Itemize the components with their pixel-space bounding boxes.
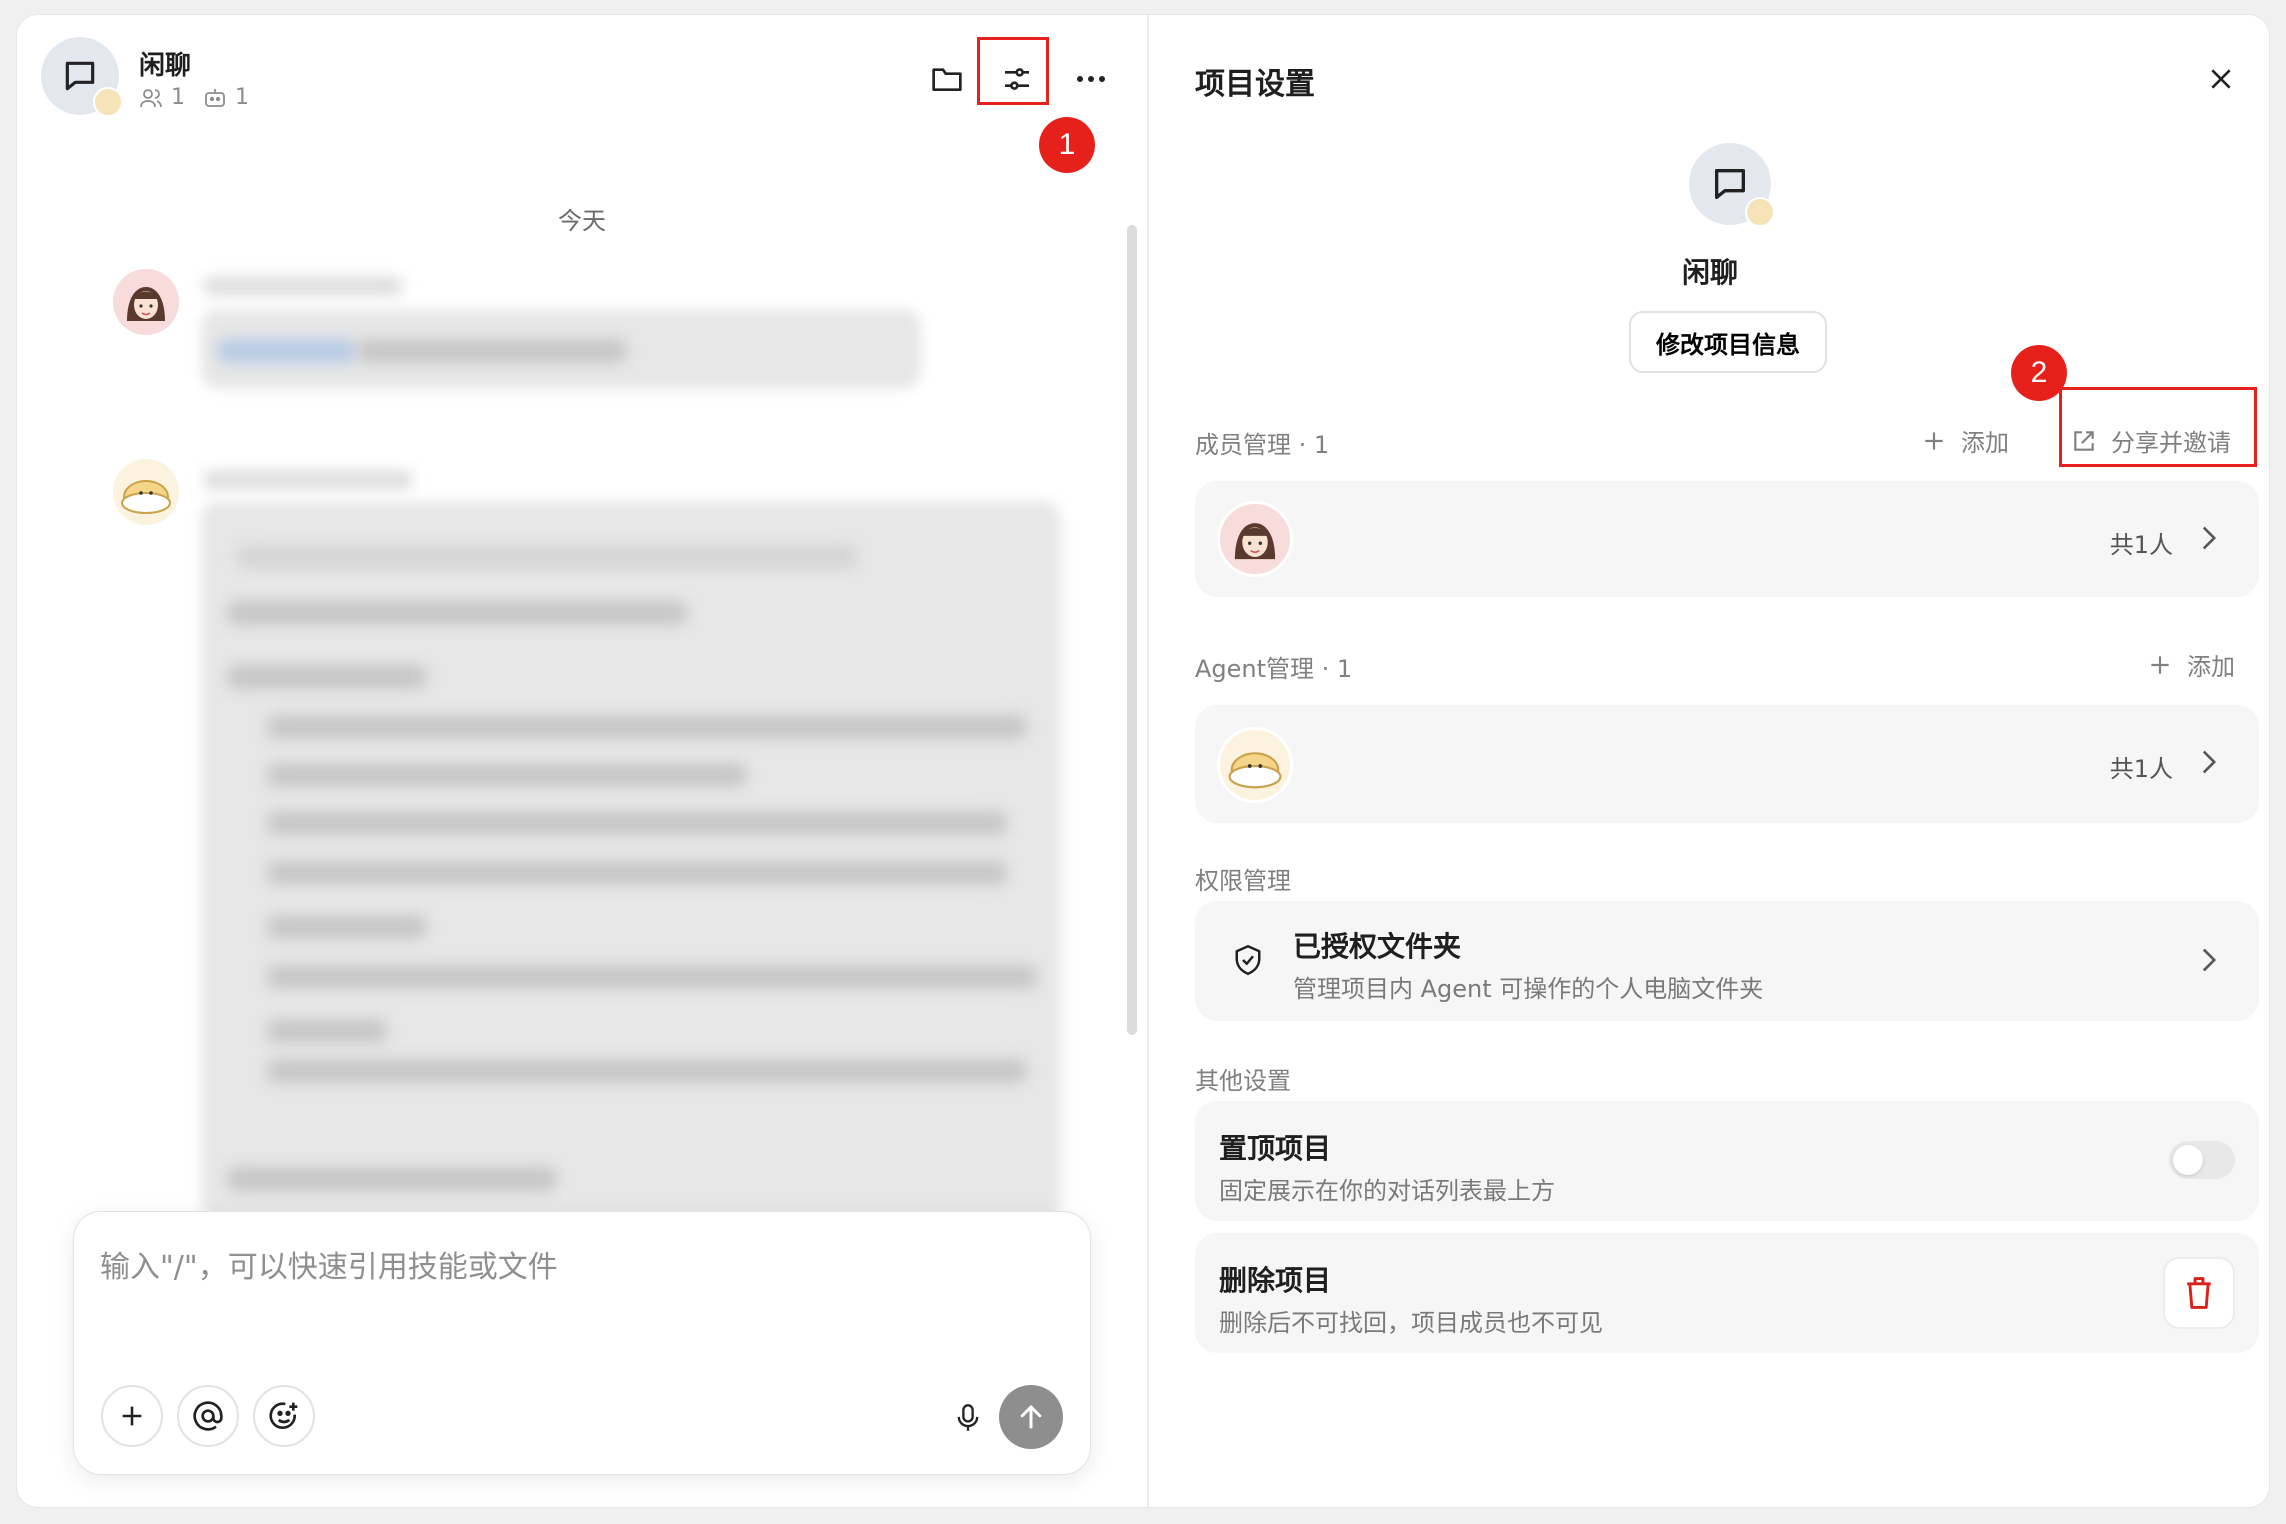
close-button[interactable] <box>2201 59 2241 99</box>
send-arrow-icon <box>1020 1404 1042 1429</box>
add-agent-button[interactable]: 添加 <box>2147 647 2235 682</box>
member-avatar <box>1217 501 1293 577</box>
chevron-right-icon <box>2202 750 2217 774</box>
add-member-label: 添加 <box>1961 429 2009 457</box>
pin-project-title: 置顶项目 <box>1219 1132 1332 1165</box>
send-button[interactable] <box>999 1385 1063 1449</box>
plus-icon <box>1925 431 1943 450</box>
robot-icon <box>205 88 225 107</box>
mic-icon <box>957 1404 979 1431</box>
step-badge-1: 1 <box>1039 117 1095 173</box>
chat-title: 闲聊 <box>139 51 192 81</box>
chevron-right-icon <box>2202 526 2217 550</box>
other-section-label: 其他设置 <box>1195 1067 1291 1095</box>
project-avatar <box>1689 143 1775 227</box>
edit-project-button[interactable]: 修改项目信息 <box>1629 311 1827 373</box>
folder-button[interactable] <box>927 59 967 99</box>
close-icon <box>2211 69 2231 89</box>
panel-title: 项目设置 <box>1195 67 1315 102</box>
members-count: 共1人 <box>2109 531 2173 559</box>
agent-member-avatar <box>1217 727 1293 803</box>
highlight-box-2 <box>2059 387 2257 467</box>
shield-check-icon <box>1235 945 1261 975</box>
plus-icon <box>122 1406 142 1426</box>
mention-button[interactable] <box>177 1385 239 1447</box>
emoji-icon <box>269 1402 298 1430</box>
delete-project-button[interactable] <box>2163 1257 2235 1329</box>
blurred-agent-name <box>203 471 413 489</box>
user-avatar[interactable] <box>113 269 179 335</box>
folder-icon <box>932 68 962 91</box>
add-agent-label: 添加 <box>2187 653 2235 681</box>
plus-icon <box>2151 655 2169 674</box>
trash-icon <box>2187 1277 2211 1309</box>
settings-panel: 项目设置 闲聊 修改项目信息 成员管理 · 1 添加 分享并邀请 2 共1人 A… <box>1149 15 2269 1507</box>
chat-avatar[interactable] <box>41 37 123 117</box>
permissions-section-label: 权限管理 <box>1195 867 1291 895</box>
delete-project-card: 删除项目 删除后不可找回，项目成员也不可见 <box>1195 1233 2259 1353</box>
agent-avatar[interactable] <box>113 459 179 525</box>
add-member-button[interactable]: 添加 <box>1921 423 2009 458</box>
delete-project-desc: 删除后不可找回，项目成员也不可见 <box>1219 1309 1603 1337</box>
blurred-sender <box>203 277 403 295</box>
composer-placeholder[interactable]: 输入"/"，可以快速引用技能或文件 <box>100 1242 558 1286</box>
highlight-box-1 <box>977 37 1049 105</box>
members-card[interactable]: 共1人 <box>1195 481 2259 597</box>
members-section-label: 成员管理 · 1 <box>1195 431 1330 459</box>
pin-project-card: 置顶项目 固定展示在你的对话列表最上方 <box>1195 1101 2259 1221</box>
agent-badge-icon <box>93 87 123 117</box>
emoji-button[interactable] <box>253 1385 315 1447</box>
agents-section-label: Agent管理 · 1 <box>1195 655 1353 683</box>
agent-badge-icon <box>1745 197 1775 227</box>
agents-count: 共1人 <box>2109 755 2173 783</box>
more-button[interactable] <box>1071 59 1111 99</box>
people-icon <box>140 88 162 107</box>
chat-pane: 闲聊 1 1 1 今天 输入"/"，可以快速引用技能或文件 <box>17 15 1147 1507</box>
authorized-folders-card[interactable]: 已授权文件夹 管理项目内 Agent 可操作的个人电脑文件夹 <box>1195 901 2259 1021</box>
member-count: 1 <box>171 85 185 110</box>
chat-bubble-icon <box>65 61 95 91</box>
chat-meta: 1 1 <box>139 85 249 110</box>
pin-project-desc: 固定展示在你的对话列表最上方 <box>1219 1177 1555 1205</box>
project-name: 闲聊 <box>1681 256 1738 289</box>
chevron-right-icon <box>2202 948 2217 972</box>
more-icon <box>1077 76 1105 82</box>
agent-count: 1 <box>235 85 249 110</box>
attach-button[interactable] <box>101 1385 163 1447</box>
authorized-folders-desc: 管理项目内 Agent 可操作的个人电脑文件夹 <box>1293 975 1764 1003</box>
step-badge-2: 2 <box>2011 345 2067 401</box>
agents-card[interactable]: 共1人 <box>1195 705 2259 823</box>
authorized-folders-title: 已授权文件夹 <box>1293 930 1462 963</box>
app-window: 闲聊 1 1 1 今天 输入"/"，可以快速引用技能或文件 项目设置 闲聊 修改… <box>16 14 2270 1508</box>
chat-scrollbar[interactable] <box>1127 225 1137 1035</box>
chat-bubble-icon <box>1715 169 1745 199</box>
delete-project-title: 删除项目 <box>1219 1264 1332 1297</box>
at-icon <box>193 1401 223 1431</box>
pin-project-toggle[interactable] <box>2169 1141 2235 1179</box>
voice-button[interactable] <box>951 1401 985 1435</box>
date-separator: 今天 <box>558 207 606 235</box>
